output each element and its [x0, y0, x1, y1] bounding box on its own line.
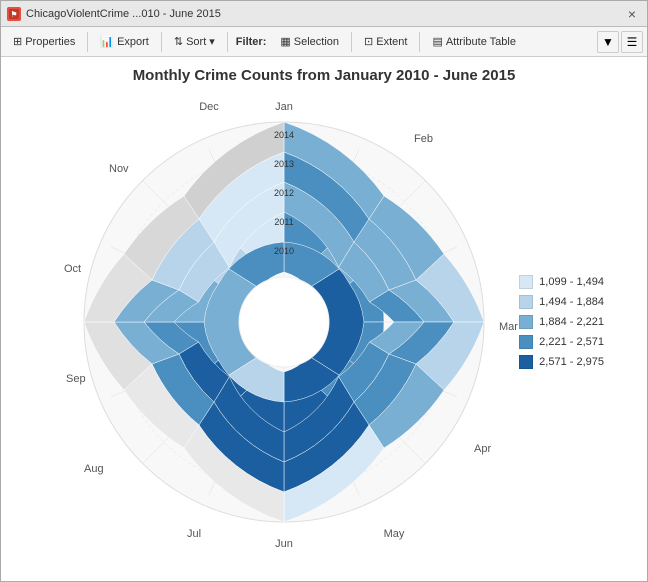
- app-icon: ⚑: [7, 7, 21, 21]
- separator-2: [161, 32, 162, 52]
- chart-svg: 2010: [54, 92, 534, 552]
- svg-text:Aug: Aug: [84, 463, 104, 475]
- svg-text:Apr: Apr: [474, 443, 491, 455]
- legend-color-4: [519, 335, 533, 349]
- properties-button[interactable]: ⊞ Properties: [5, 30, 83, 54]
- properties-icon: ⊞: [13, 35, 22, 48]
- svg-text:2011: 2011: [274, 217, 293, 227]
- legend-color-2: [519, 295, 533, 309]
- svg-text:Nov: Nov: [109, 163, 129, 175]
- legend-label-1: 1,099 - 1,494: [539, 276, 604, 288]
- legend-color-5: [519, 355, 533, 369]
- separator-5: [419, 32, 420, 52]
- svg-text:Sep: Sep: [66, 373, 86, 385]
- svg-text:⚑: ⚑: [10, 10, 17, 19]
- export-button[interactable]: 📊 Export: [92, 30, 157, 54]
- extent-button[interactable]: ⊡ Extent: [356, 30, 415, 54]
- sort-dropdown-icon: ▾: [209, 35, 215, 48]
- main-window: ⚑ ChicagoViolentCrime ...010 - June 2015…: [0, 0, 648, 582]
- separator-3: [227, 32, 228, 52]
- legend-color-1: [519, 275, 533, 289]
- svg-text:Feb: Feb: [414, 133, 433, 145]
- toolbar: ⊞ Properties 📊 Export ⇅ Sort ▾ Filter: ▦…: [1, 27, 647, 57]
- sort-button[interactable]: ⇅ Sort ▾: [166, 30, 223, 54]
- svg-text:May: May: [384, 528, 405, 540]
- menu-button[interactable]: ☰: [621, 31, 643, 53]
- close-button[interactable]: ×: [623, 5, 641, 23]
- svg-text:Jun: Jun: [275, 538, 293, 550]
- window-title: ChicagoViolentCrime ...010 - June 2015: [26, 8, 623, 20]
- svg-text:Oct: Oct: [64, 263, 81, 275]
- export-icon: 📊: [100, 35, 114, 48]
- chart-area: 2010: [44, 92, 604, 552]
- legend-color-3: [519, 315, 533, 329]
- extent-icon: ⊡: [364, 35, 373, 48]
- attribute-table-button[interactable]: ▤ Attribute Table: [424, 30, 524, 54]
- svg-text:2013: 2013: [274, 159, 294, 169]
- svg-text:Jan: Jan: [275, 101, 293, 113]
- chart-title: Monthly Crime Counts from January 2010 -…: [133, 67, 516, 84]
- legend-item-5: 2,571 - 2,975: [519, 355, 604, 369]
- legend-item-3: 1,884 - 2,221: [519, 315, 604, 329]
- legend: 1,099 - 1,494 1,494 - 1,884 1,884 - 2,22…: [519, 275, 604, 369]
- svg-text:2012: 2012: [274, 188, 294, 198]
- svg-text:Dec: Dec: [199, 101, 219, 113]
- toolbar-right: ▼ ☰: [597, 31, 643, 53]
- svg-text:2014: 2014: [274, 130, 294, 140]
- sort-icon: ⇅: [174, 35, 183, 48]
- filter-label: Filter:: [232, 36, 271, 48]
- attribute-table-icon: ▤: [432, 35, 442, 48]
- svg-text:2010: 2010: [274, 246, 294, 256]
- legend-label-4: 2,221 - 2,571: [539, 336, 604, 348]
- title-bar: ⚑ ChicagoViolentCrime ...010 - June 2015…: [1, 1, 647, 27]
- legend-label-5: 2,571 - 2,975: [539, 356, 604, 368]
- legend-label-2: 1,494 - 1,884: [539, 296, 604, 308]
- overflow-button[interactable]: ▼: [597, 31, 619, 53]
- legend-item-1: 1,099 - 1,494: [519, 275, 604, 289]
- selection-icon: ▦: [280, 35, 290, 48]
- selection-button[interactable]: ▦ Selection: [272, 30, 347, 54]
- legend-label-3: 1,884 - 2,221: [539, 316, 604, 328]
- legend-item-2: 1,494 - 1,884: [519, 295, 604, 309]
- separator-4: [351, 32, 352, 52]
- legend-item-4: 2,221 - 2,571: [519, 335, 604, 349]
- separator-1: [87, 32, 88, 52]
- chart-content: Monthly Crime Counts from January 2010 -…: [1, 57, 647, 581]
- svg-text:Mar: Mar: [499, 321, 518, 333]
- svg-text:Jul: Jul: [187, 528, 201, 540]
